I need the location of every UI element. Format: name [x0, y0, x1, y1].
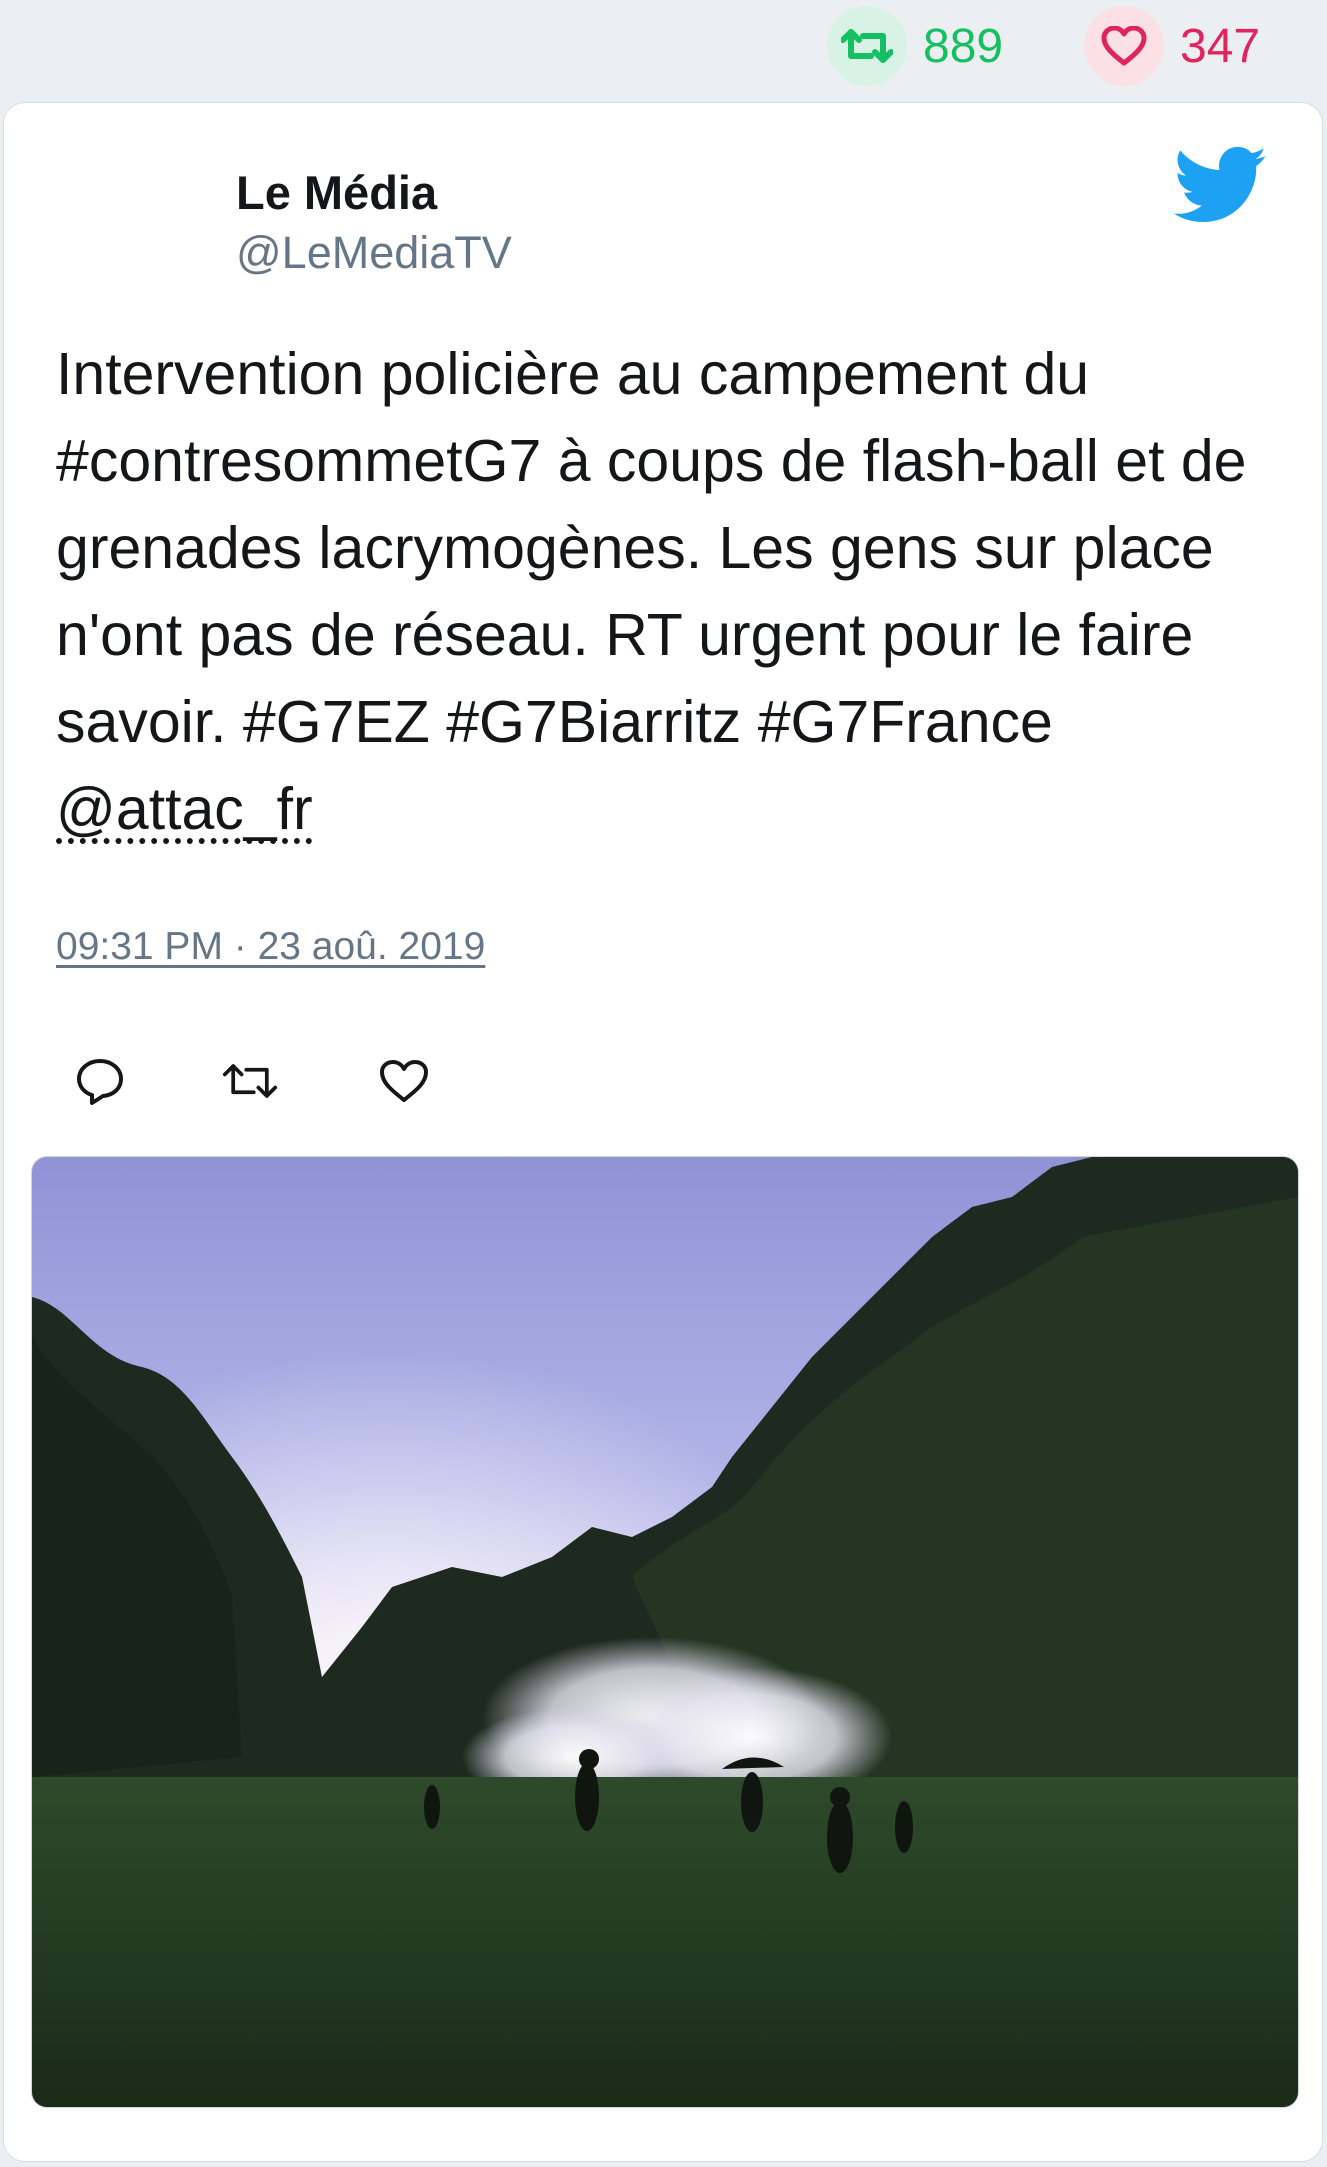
- retweet-icon[interactable]: [827, 6, 907, 86]
- reply-button[interactable]: [72, 1053, 128, 1109]
- tweet-text: Intervention policière au campement du #…: [56, 331, 1296, 853]
- tweet-card: Le Média @LeMediaTV Intervention policiè…: [3, 102, 1323, 2162]
- twitter-bird-icon[interactable]: [1174, 145, 1268, 227]
- retweet-button[interactable]: [222, 1053, 278, 1109]
- reply-icon: [77, 1059, 123, 1105]
- tweet-body: Intervention policière au campement du #…: [56, 341, 1247, 755]
- author-name[interactable]: Le Média: [236, 165, 437, 220]
- like-stat[interactable]: 347: [1084, 6, 1260, 86]
- tweet-timestamp[interactable]: 09:31 PM · 23 aoû. 2019: [56, 925, 485, 969]
- author-handle[interactable]: @LeMediaTV: [236, 227, 512, 279]
- like-count: 347: [1180, 19, 1261, 73]
- like-button[interactable]: [376, 1053, 432, 1109]
- tweet-media-photo[interactable]: [31, 1156, 1299, 2108]
- retweet-stat[interactable]: 889: [827, 6, 1003, 86]
- heart-icon[interactable]: [1084, 6, 1164, 86]
- mention-link[interactable]: @attac_fr: [56, 776, 313, 842]
- heart-icon: [380, 1060, 428, 1102]
- tweet-stats-bar: 889 347: [0, 0, 1327, 100]
- retweet-count: 889: [923, 19, 1004, 73]
- retweet-icon: [222, 1064, 278, 1098]
